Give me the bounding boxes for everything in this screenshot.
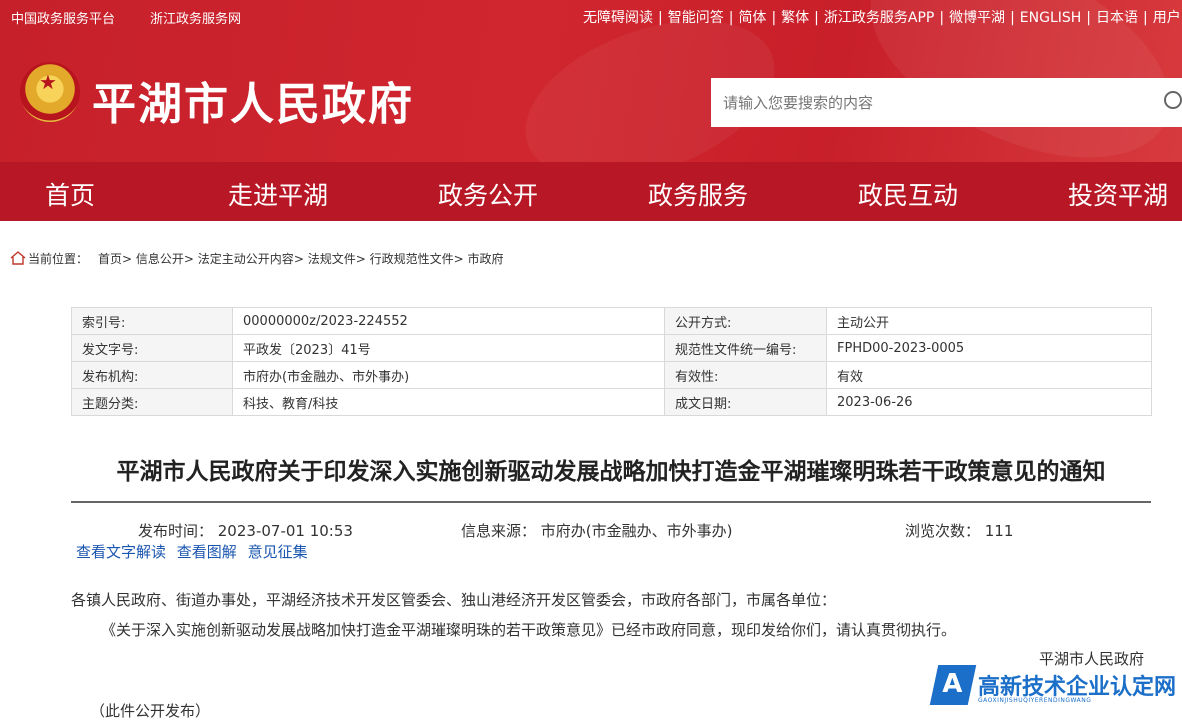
link-opinion-collection[interactable]: 意见征集 [248,543,308,561]
table-key: 发布机构: [71,361,233,389]
nav-item-interaction[interactable]: 政民互动 [858,176,958,212]
breadcrumb-normative-docs[interactable]: 行政规范性文件 [370,252,454,266]
table-key: 成文日期: [664,388,827,416]
nav-item-investment[interactable]: 投资平湖 [1068,176,1168,212]
table-key: 有效性: [664,361,827,389]
site-title[interactable]: 平湖市人民政府 [92,68,414,132]
watermark-subtext: GAOXINJISHUQIYERENDINGWANG [978,697,1092,704]
breadcrumb-city-gov[interactable]: 市政府 [467,252,503,266]
nav-item-home[interactable]: 首页 [45,176,95,212]
breadcrumb-regulations[interactable]: 法规文件 [308,252,356,266]
table-row: 发文字号: 平政发〔2023〕41号 规范性文件统一编号: FPHD00-202… [71,334,1152,362]
top-link-simplified[interactable]: 简体 [738,10,766,26]
table-row: 发布机构: 市府办(市金融办、市外事办) 有效性: 有效 [71,361,1152,389]
search-box [711,78,1182,127]
view-count: 浏览次数： 111 [905,522,1014,540]
breadcrumb: 当前位置： 首页> 信息公开> 法定主动公开内容> 法规文件> 行政规范性文件> … [10,250,503,267]
table-value: 00000000z/2023-224552 [232,307,665,335]
breadcrumb-home[interactable]: 首页 [98,252,122,266]
breadcrumb-label: 当前位置： [28,252,89,266]
article-paragraph: 《关于深入实施创新驱动发展战略加快打造金平湖璀璨明珠的若干政策意见》已经市政府同… [101,621,957,639]
table-value: 有效 [826,361,1152,389]
table-value: 平政发〔2023〕41号 [232,334,665,362]
publish-time: 发布时间： 2023-07-01 10:53 [138,522,353,540]
info-source: 信息来源： 市府办(市金融办、市外事办) [461,522,733,540]
link-text-interpretation[interactable]: 查看文字解读 [76,543,166,561]
table-value: 市府办(市金融办、市外事办) [232,361,665,389]
top-link-weibo[interactable]: 微博平湖 [949,10,1005,26]
table-row: 主题分类: 科技、教育/科技 成文日期: 2023-06-26 [71,388,1152,416]
table-value: 主动公开 [826,307,1152,335]
search-input[interactable] [721,90,1145,116]
table-key: 索引号: [71,307,233,335]
top-link-user[interactable]: 用户 [1153,10,1181,26]
top-bar: 中国政务服务平台 浙江政务服务网 无障碍阅读 | 智能问答 | 简体 | 繁体 | 浙江政务服务… [0,0,1182,32]
table-value: FPHD00-2023-0005 [826,334,1152,362]
table-key: 公开方式: [664,307,827,335]
top-link-app[interactable]: 浙江政务服务APP [824,10,934,26]
top-right-links: 无障碍阅读 | 智能问答 | 简体 | 繁体 | 浙江政务服务APP | 微博平湖 | ENGLISH |… [583,10,1181,26]
top-link-accessibility[interactable]: 无障碍阅读 [583,10,653,26]
nav-item-about[interactable]: 走进平湖 [228,176,328,212]
table-key: 主题分类: [71,388,233,416]
search-icon[interactable] [1164,91,1182,109]
table-key: 发文字号: [71,334,233,362]
breadcrumb-info-public[interactable]: 信息公开 [136,252,184,266]
table-key: 规范性文件统一编号: [664,334,827,362]
national-emblem-icon: ★ [20,62,80,122]
table-row: 索引号: 00000000z/2023-224552 公开方式: 主动公开 [71,307,1152,335]
top-link-zhejiang-service-net[interactable]: 浙江政务服务网 [150,8,241,27]
top-link-smart-qa[interactable]: 智能问答 [668,10,724,26]
home-icon [10,251,26,265]
breadcrumb-statutory[interactable]: 法定主动公开内容 [198,252,294,266]
site-header: 中国政务服务平台 浙江政务服务网 无障碍阅读 | 智能问答 | 简体 | 繁体 | 浙江政务服务… [0,0,1182,162]
nav-item-gov-affairs[interactable]: 政务公开 [438,176,538,212]
table-value: 科技、教育/科技 [232,388,665,416]
article-title: 平湖市人民政府关于印发深入实施创新驱动发展战略加快打造金平湖璀璨明珠若干政策意见… [116,459,1106,485]
watermark-logo-icon: A [929,665,977,705]
document-info-table: 索引号: 00000000z/2023-224552 公开方式: 主动公开 发文… [71,307,1152,416]
table-value: 2023-06-26 [826,388,1152,416]
title-divider [71,501,1151,503]
article-links: 查看文字解读 查看图解 意见征集 [76,541,314,562]
watermark-logo: A 高新技术企业认定网 GAOXINJISHUQIYERENDINGWANG [929,661,1182,711]
top-link-english[interactable]: ENGLISH [1020,10,1082,26]
top-link-japanese[interactable]: 日本语 [1096,10,1138,26]
main-nav: 首页 走进平湖 政务公开 政务服务 政民互动 投资平湖 [0,162,1182,221]
link-graphic-interpretation[interactable]: 查看图解 [177,543,237,561]
top-link-traditional[interactable]: 繁体 [781,10,809,26]
nav-item-gov-services[interactable]: 政务服务 [648,176,748,212]
article-paragraph: 各镇人民政府、街道办事处，平湖经济技术开发区管委会、独山港经济开发区管委会，市政… [71,591,837,609]
top-link-gov-service-platform[interactable]: 中国政务服务平台 [11,8,115,27]
